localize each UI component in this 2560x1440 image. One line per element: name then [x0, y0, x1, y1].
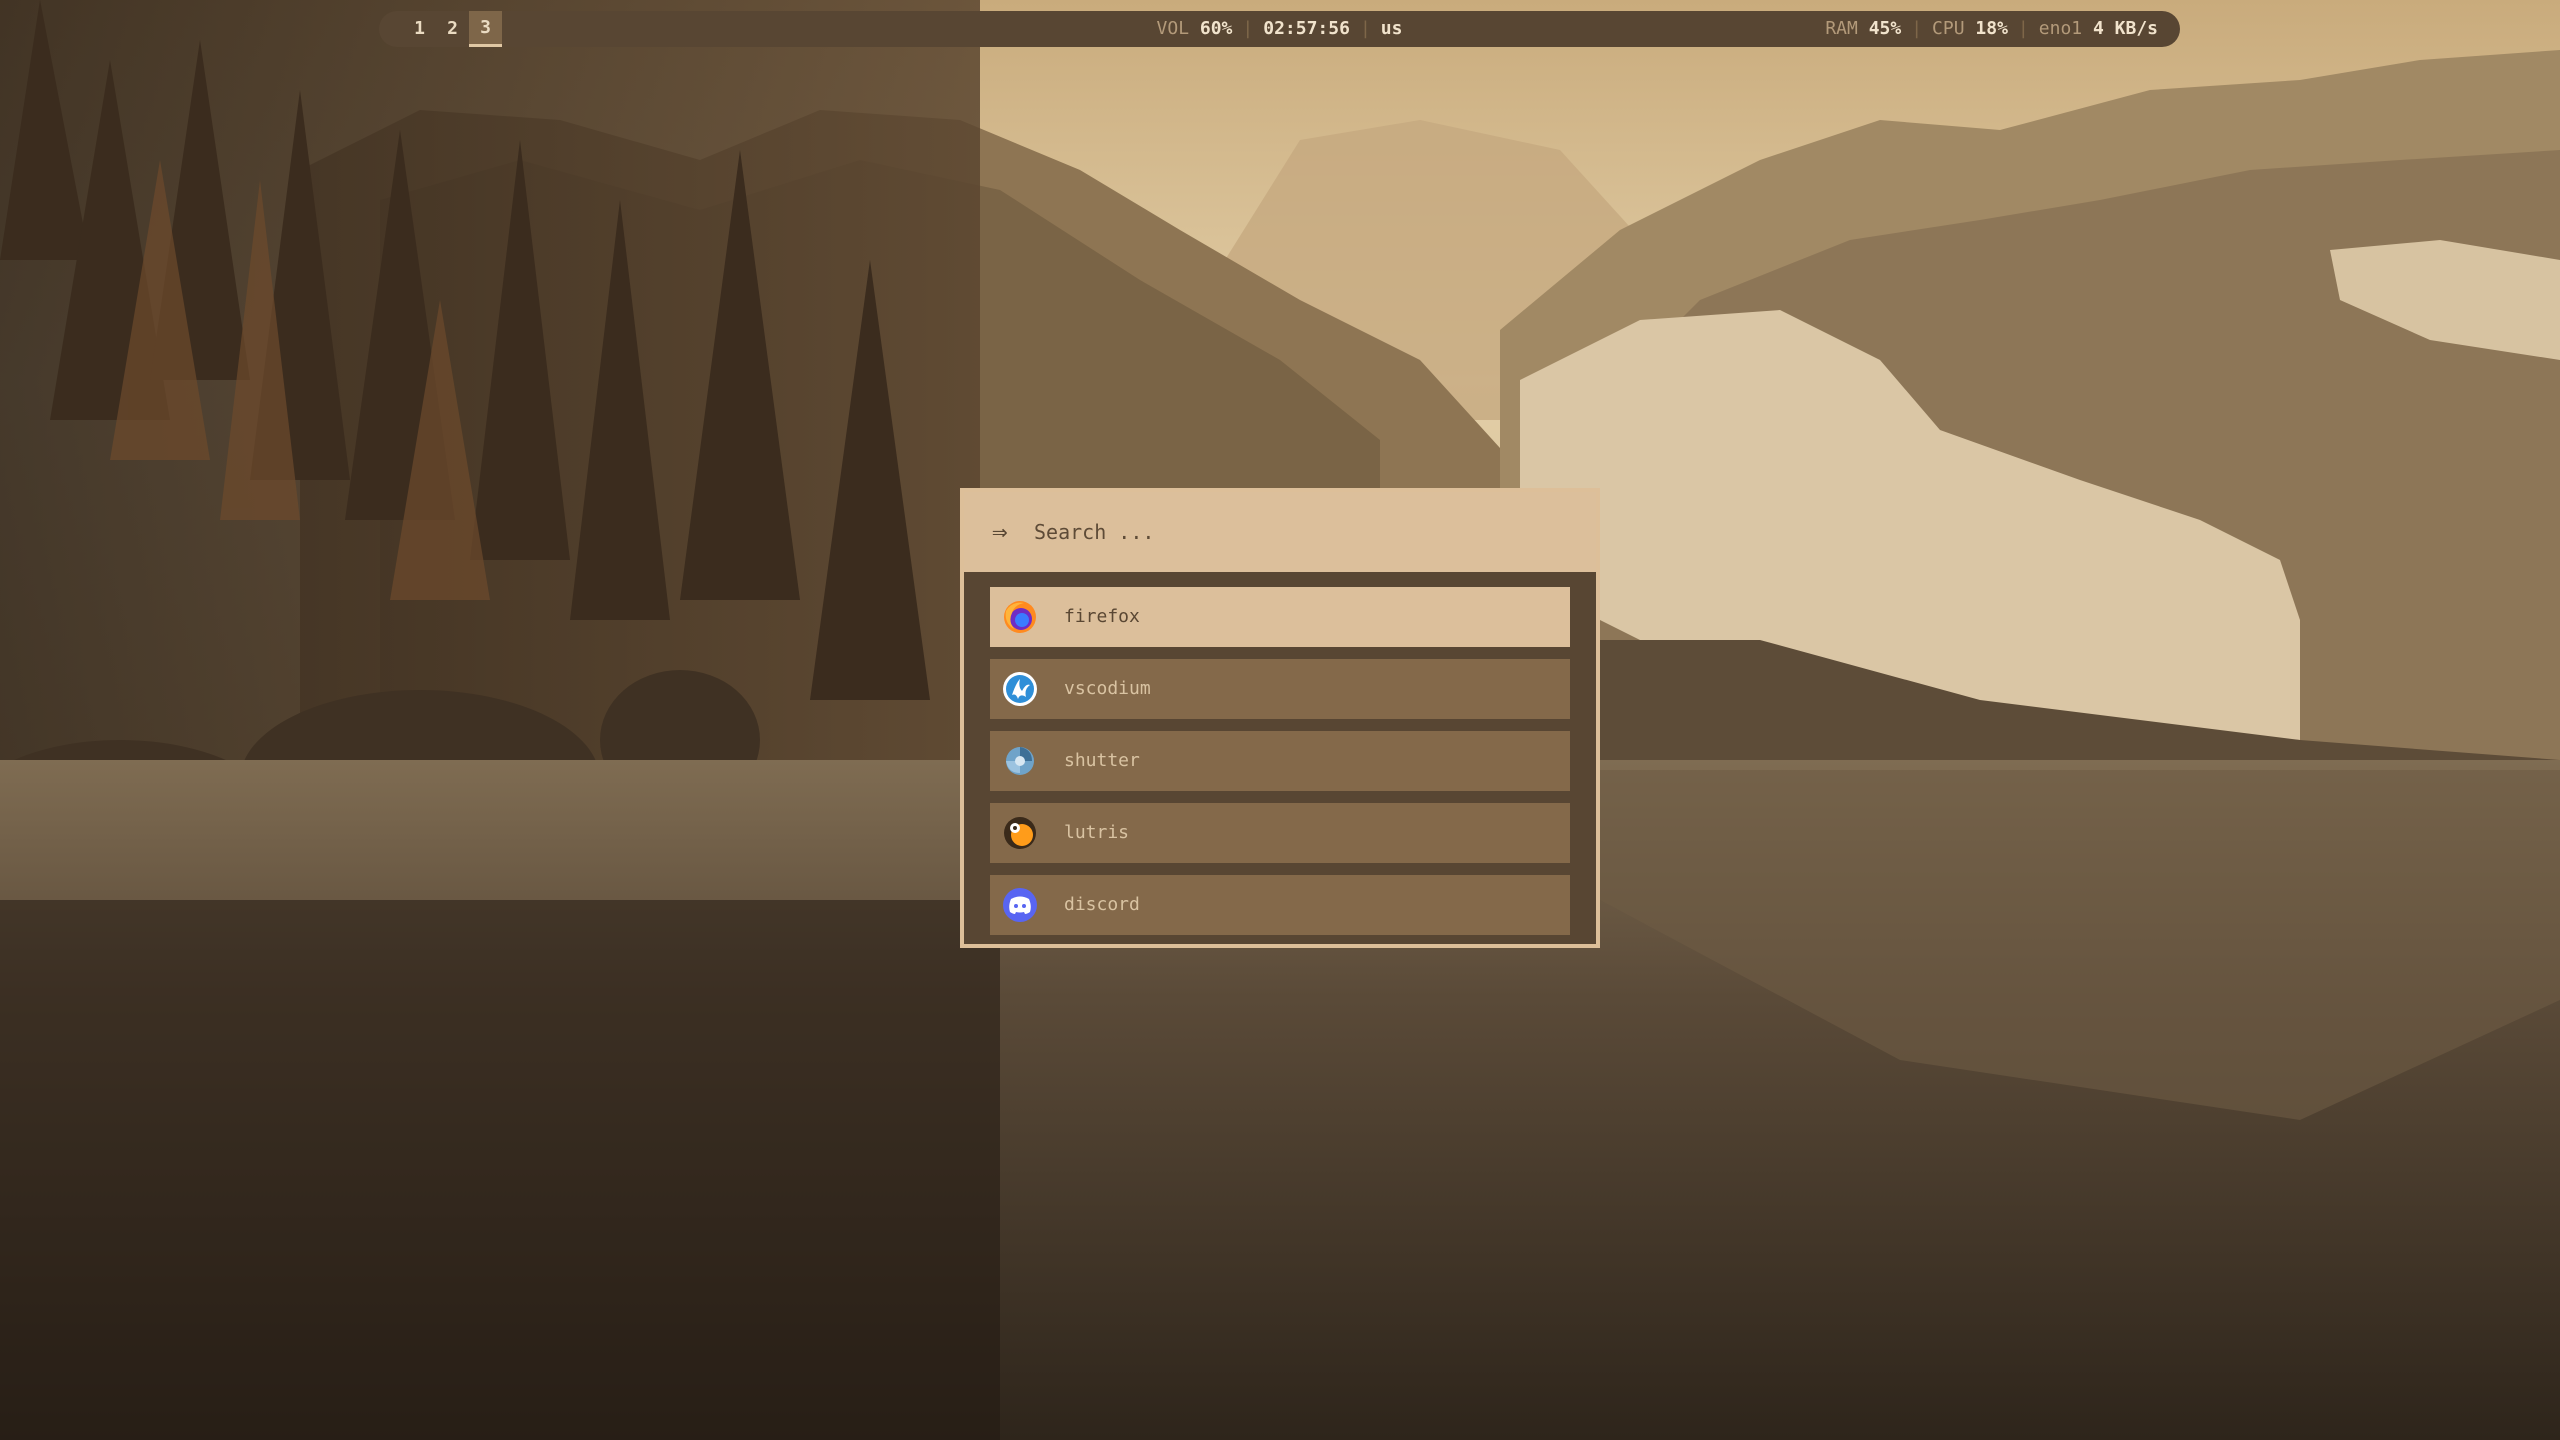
vscodium-icon: [1003, 672, 1037, 706]
discord-icon: [1003, 888, 1037, 922]
result-item-vscodium[interactable]: vscodium: [990, 659, 1570, 719]
ram-value: 45%: [1868, 18, 1902, 39]
prompt-arrow-icon: ⇒: [992, 517, 1008, 547]
lutris-icon: [1004, 817, 1036, 849]
keyboard-layout[interactable]: us: [1381, 18, 1403, 39]
firefox-icon: [1004, 601, 1036, 633]
workspace-2-button[interactable]: 2: [436, 11, 469, 47]
result-label: firefox: [1064, 606, 1140, 627]
separator: |: [1359, 18, 1371, 39]
result-item-discord[interactable]: discord: [990, 875, 1570, 935]
result-item-firefox[interactable]: firefox: [990, 587, 1570, 647]
ram-label: RAM: [1825, 18, 1858, 39]
separator: |: [1242, 18, 1254, 39]
cpu-value: 18%: [1975, 18, 2008, 39]
workspace-1-button[interactable]: 1: [403, 11, 436, 47]
result-label: shutter: [1064, 750, 1140, 771]
result-item-lutris[interactable]: lutris: [990, 803, 1570, 863]
workspace-switcher: 1 2 3: [403, 11, 502, 47]
network-speed-value: 4 KB/s: [2092, 18, 2158, 39]
top-bar: 1 2 3 VOL 60% | 02:57:56 | us RAM 45% | CPU 18…: [379, 11, 2180, 47]
search-bar: ⇒: [964, 492, 1596, 572]
result-list: firefox vscodium shutter lutris discord: [990, 587, 1570, 947]
desktop: 1 2 3 VOL 60% | 02:57:56 | us RAM 45% | CPU 18…: [0, 0, 2560, 1440]
workspace-3-button[interactable]: 3: [469, 11, 502, 47]
bar-center-modules: VOL 60% | 02:57:56 | us: [1157, 11, 1403, 47]
clock: 02:57:56: [1263, 18, 1350, 39]
volume-value: 60%: [1199, 18, 1233, 39]
result-label: vscodium: [1064, 678, 1151, 699]
volume-label: VOL: [1156, 18, 1190, 39]
volume-module[interactable]: VOL 60%: [1157, 18, 1233, 39]
separator: |: [1911, 18, 1923, 39]
result-label: lutris: [1064, 822, 1130, 843]
app-launcher: ⇒ firefox vscodium: [960, 488, 1600, 948]
separator: |: [2017, 18, 2029, 39]
result-item-shutter[interactable]: shutter: [990, 731, 1570, 791]
network-interface-label: eno1: [2038, 18, 2083, 39]
bar-right-modules: RAM 45% | CPU 18% | eno1 4 KB/s: [1825, 11, 2158, 47]
cpu-label: CPU: [1932, 18, 1965, 39]
result-label: discord: [1064, 894, 1140, 915]
shutter-icon: [1006, 747, 1034, 775]
search-input[interactable]: [1034, 514, 1554, 550]
